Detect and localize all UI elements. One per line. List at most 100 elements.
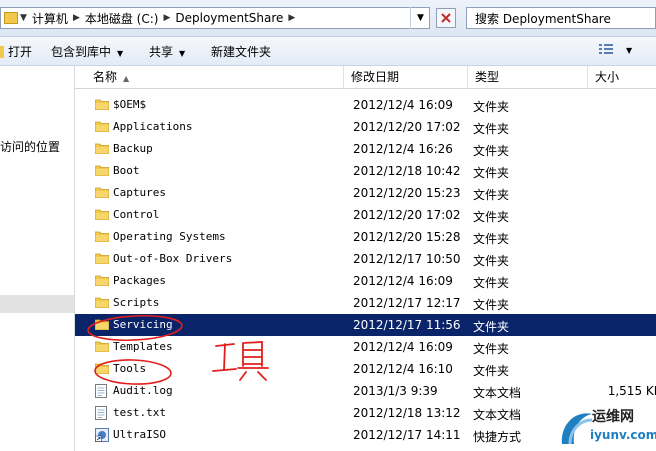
- file-name: UltraISO: [113, 428, 166, 441]
- nav-item-recent-places[interactable]: 访问的位置: [0, 138, 60, 155]
- file-type: 文件夹: [473, 166, 510, 180]
- file-row[interactable]: Servicing 2012/12/17 11:56 文件夹: [75, 314, 656, 336]
- breadcrumb-deploymentshare[interactable]: DeploymentShare: [172, 11, 286, 25]
- file-type: 文件夹: [473, 210, 510, 224]
- chevron-down-icon[interactable]: ▼: [626, 46, 632, 55]
- file-type: 文件夹: [473, 342, 510, 356]
- column-headers: 名称 ▲ 修改日期 类型 大小: [75, 66, 656, 89]
- file-name: Scripts: [113, 296, 160, 309]
- sort-ascending-icon: ▲: [123, 74, 130, 83]
- folder-icon: [94, 164, 110, 177]
- column-header-modified[interactable]: 修改日期: [344, 66, 468, 88]
- breadcrumb-computer[interactable]: 计算机: [29, 10, 71, 27]
- file-row[interactable]: Templates 2012/12/4 16:09 文件夹: [75, 336, 656, 358]
- file-name: Out-of-Box Drivers: [113, 252, 233, 265]
- file-modified-date: 2012/12/17 10:50: [353, 252, 461, 266]
- file-row[interactable]: Backup 2012/12/4 16:26 文件夹: [75, 138, 656, 160]
- open-button[interactable]: 打开: [0, 43, 32, 60]
- file-modified-date: 2012/12/4 16:09: [353, 274, 453, 288]
- file-modified-date: 2012/12/4 16:09: [353, 98, 453, 112]
- text-file-icon: [95, 384, 109, 398]
- watermark-url: iyunv.com: [590, 428, 656, 442]
- file-modified-date: 2013/1/3 9:39: [353, 384, 438, 398]
- file-type: 文件夹: [473, 232, 510, 246]
- file-row[interactable]: Captures 2012/12/20 15:23 文件夹: [75, 182, 656, 204]
- folder-icon: [4, 12, 18, 24]
- file-type: 文件夹: [473, 100, 510, 114]
- file-type: 文件夹: [473, 122, 510, 136]
- file-modified-date: 2012/12/17 12:17: [353, 296, 461, 310]
- file-type: 文件夹: [473, 320, 510, 334]
- file-name: Audit.log: [113, 384, 173, 397]
- file-row[interactable]: Audit.log 2013/1/3 9:39 文本文档 1,515 KB: [75, 380, 656, 402]
- column-header-name[interactable]: 名称 ▲: [75, 66, 344, 88]
- file-name: test.txt: [113, 406, 166, 419]
- file-name: Operating Systems: [113, 230, 226, 243]
- file-name: Templates: [113, 340, 173, 353]
- search-input[interactable]: 搜索 DeploymentShare: [466, 7, 656, 29]
- folder-icon: [94, 120, 110, 133]
- details-view-icon: [599, 44, 613, 54]
- folder-icon: [94, 340, 110, 353]
- file-modified-date: 2012/12/20 17:02: [353, 208, 461, 222]
- breadcrumb-local-disk[interactable]: 本地磁盘 (C:): [82, 10, 162, 27]
- file-row[interactable]: Applications 2012/12/20 17:02 文件夹: [75, 116, 656, 138]
- address-history-dropdown[interactable]: ▼: [410, 7, 430, 29]
- file-row[interactable]: Boot 2012/12/18 10:42 文件夹: [75, 160, 656, 182]
- file-modified-date: 2012/12/20 17:02: [353, 120, 461, 134]
- column-header-type[interactable]: 类型: [468, 66, 588, 88]
- folder-icon: [94, 208, 110, 221]
- search-placeholder: 搜索 DeploymentShare: [475, 11, 611, 26]
- file-row[interactable]: Tools 2012/12/4 16:10 文件夹: [75, 358, 656, 380]
- folder-icon: [94, 98, 110, 111]
- file-row[interactable]: Out-of-Box Drivers 2012/12/17 10:50 文件夹: [75, 248, 656, 270]
- chevron-down-icon: ▼: [117, 49, 124, 58]
- file-name: Boot: [113, 164, 140, 177]
- folder-icon: [94, 252, 110, 265]
- chevron-right-icon[interactable]: ▶: [286, 13, 297, 23]
- file-type: 文件夹: [473, 364, 510, 378]
- shortcut-icon: [95, 428, 109, 442]
- view-options-button[interactable]: [598, 42, 614, 59]
- file-type: 快捷方式: [473, 430, 522, 444]
- column-header-size[interactable]: 大小: [588, 66, 656, 88]
- folder-icon: [94, 142, 110, 155]
- close-icon: [441, 13, 451, 23]
- file-type: 文件夹: [473, 188, 510, 202]
- file-row[interactable]: Control 2012/12/20 17:02 文件夹: [75, 204, 656, 226]
- watermark-title: 运维网: [592, 409, 634, 425]
- file-row[interactable]: Scripts 2012/12/17 12:17 文件夹: [75, 292, 656, 314]
- file-name: $OEM$: [113, 98, 147, 111]
- file-row[interactable]: Operating Systems 2012/12/20 15:28 文件夹: [75, 226, 656, 248]
- file-name: Packages: [113, 274, 166, 287]
- file-modified-date: 2012/12/20 15:23: [353, 186, 461, 200]
- file-row[interactable]: $OEM$ 2012/12/4 16:09 文件夹: [75, 94, 656, 116]
- file-type: 文件夹: [473, 144, 510, 158]
- file-name: Captures: [113, 186, 166, 199]
- address-bar: ▼ 计算机 ▶ 本地磁盘 (C:) ▶ DeploymentShare ▶ ▼ …: [0, 0, 656, 37]
- file-name: Applications: [113, 120, 193, 133]
- folder-icon: [94, 296, 110, 309]
- stop-button[interactable]: [436, 8, 456, 28]
- new-folder-button[interactable]: 新建文件夹: [211, 43, 271, 60]
- folder-icon: [94, 230, 110, 243]
- address-breadcrumb[interactable]: ▼ 计算机 ▶ 本地磁盘 (C:) ▶ DeploymentShare ▶: [0, 7, 430, 29]
- chevron-right-icon[interactable]: ▶: [71, 13, 82, 23]
- file-modified-date: 2012/12/4 16:09: [353, 340, 453, 354]
- file-modified-date: 2012/12/18 10:42: [353, 164, 461, 178]
- file-size: 1,515 KB: [607, 384, 656, 398]
- file-modified-date: 2012/12/4 16:10: [353, 362, 453, 376]
- nav-item-selected[interactable]: [0, 295, 74, 313]
- chevron-down-icon[interactable]: ▼: [18, 13, 29, 23]
- file-type: 文件夹: [473, 254, 510, 268]
- share-button[interactable]: 共享 ▼: [149, 43, 185, 60]
- file-modified-date: 2012/12/17 14:11: [353, 428, 461, 442]
- file-type: 文本文档: [473, 408, 522, 422]
- file-modified-date: 2012/12/20 15:28: [353, 230, 461, 244]
- command-bar: 打开 包含到库中 ▼ 共享 ▼ 新建文件夹 ▼: [0, 37, 656, 66]
- include-in-library-button[interactable]: 包含到库中 ▼: [51, 43, 123, 60]
- chevron-right-icon[interactable]: ▶: [161, 13, 172, 23]
- file-modified-date: 2012/12/4 16:26: [353, 142, 453, 156]
- folder-open-icon: [0, 46, 4, 58]
- file-row[interactable]: Packages 2012/12/4 16:09 文件夹: [75, 270, 656, 292]
